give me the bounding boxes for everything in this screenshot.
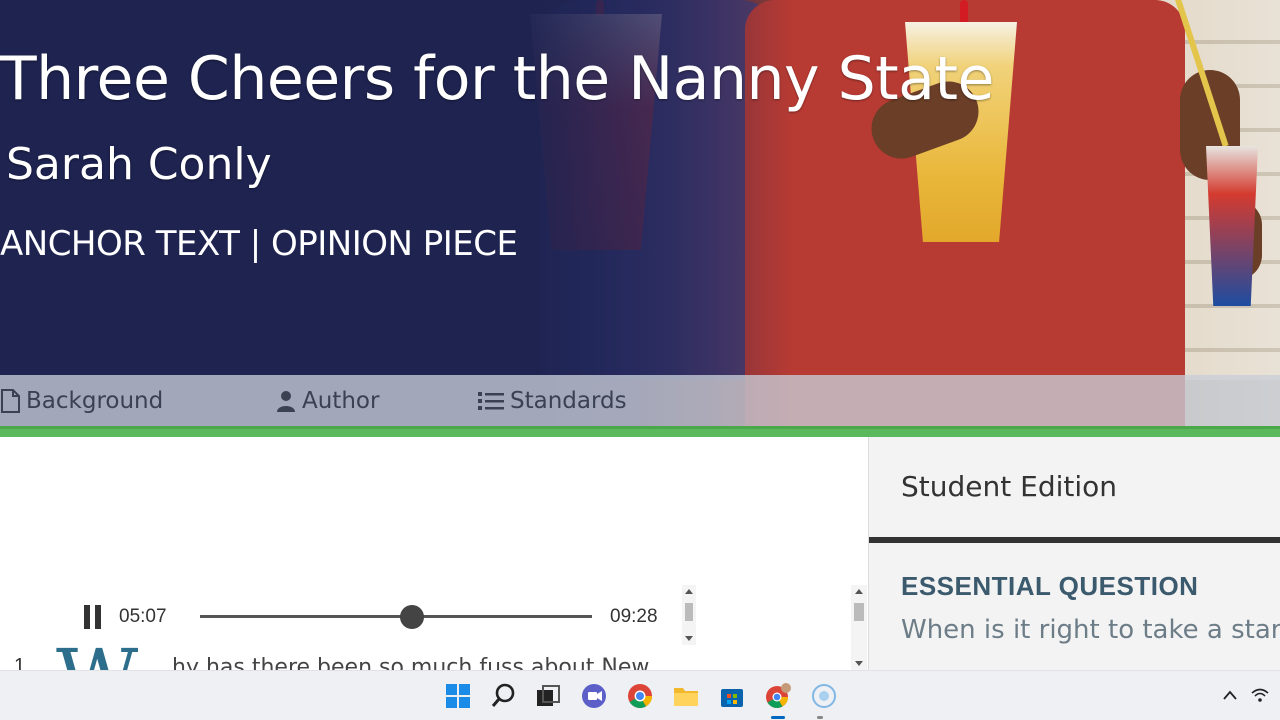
cortana-icon[interactable] <box>811 683 837 709</box>
section-divider <box>0 426 1280 437</box>
scroll-up-icon[interactable] <box>685 589 693 594</box>
teams-icon[interactable] <box>581 683 607 709</box>
tab-label: Background <box>26 387 164 414</box>
hero-banner: Three Cheers for the Nanny State Sarah C… <box>0 0 1280 428</box>
author-name: Sarah Conly <box>6 139 272 190</box>
tab-author[interactable]: Author <box>276 375 379 426</box>
edition-label: Student Edition <box>901 470 1118 503</box>
essential-question-text: When is it right to take a stand <box>901 615 1280 645</box>
taskbar <box>0 670 1280 720</box>
side-panel: Student Edition ESSENTIAL QUESTION When … <box>868 437 1280 670</box>
task-view-icon[interactable] <box>535 683 561 709</box>
microsoft-store-icon[interactable] <box>719 683 745 709</box>
audio-progress-slider[interactable] <box>200 605 592 629</box>
scroll-up-icon[interactable] <box>855 589 863 594</box>
content-scrollbar[interactable] <box>851 585 867 670</box>
wifi-icon[interactable] <box>1250 687 1270 703</box>
paragraph-number: 1 <box>14 655 26 670</box>
drop-cap: W <box>56 639 138 671</box>
player-scrollbar[interactable] <box>682 585 696 645</box>
scrollbar-thumb[interactable] <box>854 603 864 621</box>
search-icon[interactable] <box>491 683 517 709</box>
duration-time: 09:28 <box>610 606 658 627</box>
info-tab-bar: Background Author Standards <box>0 375 1280 426</box>
text-type-label: ANCHOR TEXT | OPINION PIECE <box>0 224 518 264</box>
page-title: Three Cheers for the Nanny State <box>0 44 994 114</box>
chrome-icon[interactable] <box>627 683 653 709</box>
chrome-profile-icon[interactable] <box>765 683 791 709</box>
windows-start-icon[interactable] <box>445 683 471 709</box>
tab-label: Standards <box>510 387 627 414</box>
tab-standards[interactable]: Standards <box>478 375 627 426</box>
active-app-indicator <box>771 716 785 719</box>
scrollbar-thumb[interactable] <box>685 603 693 621</box>
person-icon <box>277 390 295 412</box>
document-icon <box>1 388 20 413</box>
divider <box>869 537 1280 543</box>
scroll-down-icon[interactable] <box>855 661 863 666</box>
running-app-indicator <box>817 716 823 719</box>
tab-background[interactable]: Background <box>0 375 163 426</box>
article-text: hy has there been so much fuss about New <box>172 655 650 670</box>
audio-player: 05:07 09:28 <box>78 597 698 637</box>
reading-pane: 05:07 09:28 1 W hy has there been so muc… <box>0 437 868 670</box>
slider-thumb[interactable] <box>399 605 424 629</box>
file-explorer-icon[interactable] <box>673 683 699 709</box>
list-icon <box>478 391 504 410</box>
current-time: 05:07 <box>119 606 167 627</box>
essential-question-title: ESSENTIAL QUESTION <box>901 571 1199 601</box>
tab-label: Author <box>302 387 380 414</box>
pause-icon[interactable] <box>84 605 104 629</box>
scroll-down-icon[interactable] <box>685 636 693 641</box>
chevron-up-icon[interactable] <box>1222 689 1238 701</box>
